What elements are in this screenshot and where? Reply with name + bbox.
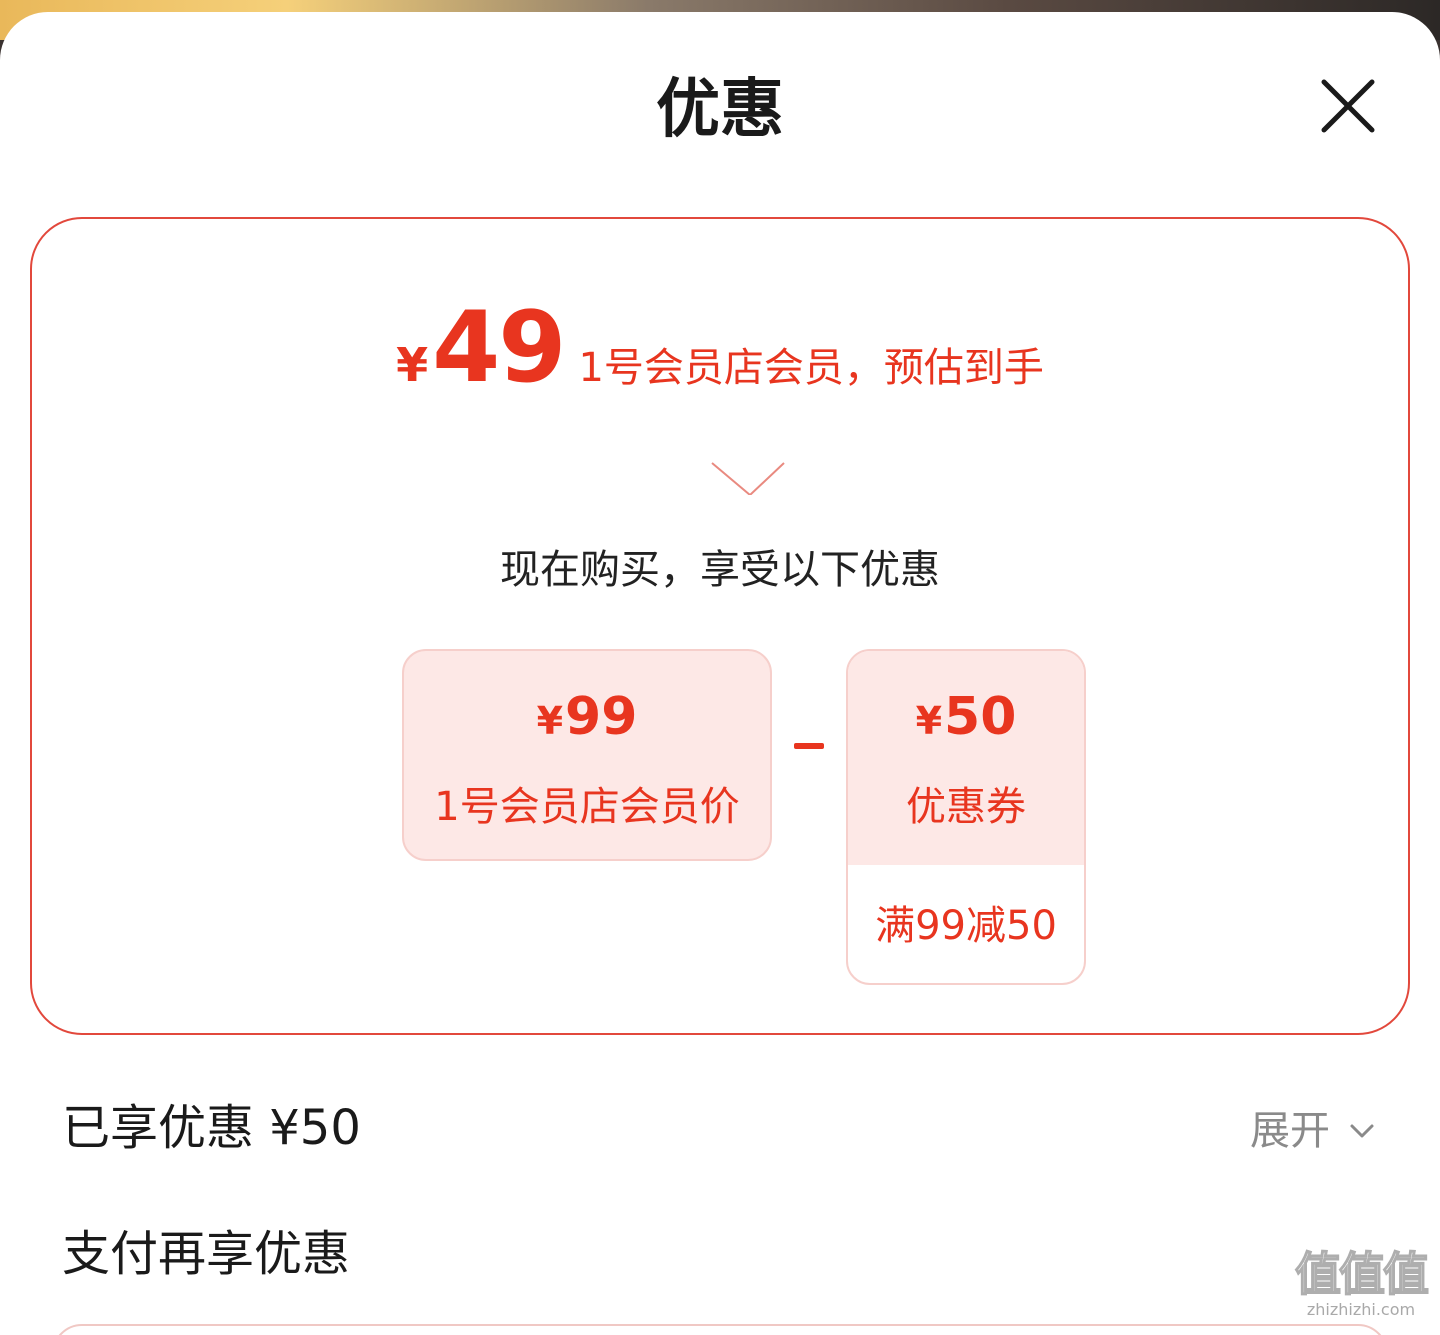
coupon-value: ¥50 [848,689,1084,749]
member-price-amount: 99 [565,687,638,747]
close-button[interactable] [1316,74,1380,138]
coupon-condition: 满99减50 [875,903,1057,949]
pay-more-discount-label: 支付再享优惠 [62,1226,351,1282]
member-price-value: ¥99 [404,689,770,749]
discount-bottom-sheet: 优惠 ¥ 49 1号会员店会员，预估到手 现在购买，享受以下优惠 ¥99 1号会… [0,12,1440,1335]
expand-button[interactable]: 展开 [1250,1106,1378,1156]
coupon-currency: ¥ [915,699,943,743]
estimate-currency: ¥ [396,338,429,392]
member-price-currency: ¥ [536,699,564,743]
enjoyed-discount-label: 已享优惠 ¥50 [62,1100,361,1156]
chevron-down-icon [1350,1124,1374,1138]
estimate-label: 1号会员店会员，预估到手 [578,345,1044,391]
pointer-divider [62,443,1382,495]
coupon-label: 优惠券 [906,784,1026,830]
breakdown-intro: 现在购买，享受以下优惠 [500,547,940,593]
estimate-amount: 49 [432,291,566,405]
expand-label: 展开 [1250,1108,1330,1154]
coupon-box: ¥50 优惠券 满99减50 [846,649,1086,985]
member-price-label: 1号会员店会员价 [434,784,740,830]
minus-operator [794,743,824,749]
member-price-box: ¥99 1号会员店会员价 [402,649,772,861]
estimated-price: ¥ 49 1号会员店会员，预估到手 [32,299,1408,397]
sheet-title: 优惠 [656,73,784,147]
coupon-header: ¥50 优惠券 [848,651,1084,865]
coupon-amount: 50 [944,687,1017,747]
price-breakdown-card: ¥ 49 1号会员店会员，预估到手 现在购买，享受以下优惠 ¥99 1号会员店会… [30,217,1410,1035]
close-icon [1321,79,1375,133]
payment-offer-card[interactable] [52,1324,1388,1335]
